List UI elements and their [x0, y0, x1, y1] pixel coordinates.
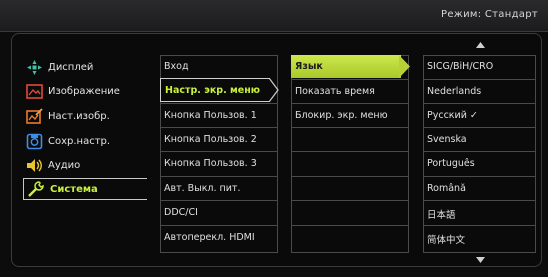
menu-item-display-time[interactable]: Показать время: [291, 79, 409, 103]
sidebar-item-label: Система: [50, 184, 98, 195]
wrench-icon: [27, 181, 44, 198]
language-option[interactable]: 日本語: [423, 200, 536, 224]
scroll-up-icon[interactable]: [476, 42, 485, 48]
selection-arrow-icon: [268, 78, 279, 102]
language-option[interactable]: 简体中文: [423, 225, 536, 249]
menu-item-input[interactable]: Вход: [160, 55, 278, 79]
top-bar: Режим: Стандарт: [0, 0, 548, 32]
osd-settings-submenu: Язык Показать время Блокир. экр. меню: [291, 55, 409, 253]
menu-item-osd-settings[interactable]: Настр. экр. меню: [160, 78, 270, 102]
sidebar-item-label: Изображение: [48, 86, 120, 97]
menu-item-language[interactable]: Язык: [291, 55, 401, 78]
sidebar-item-save-settings[interactable]: Сохр.настр.: [26, 132, 144, 152]
sidebar-item-label: Аудио: [48, 160, 81, 171]
picture-icon: [26, 83, 43, 100]
speaker-icon: [26, 157, 43, 174]
sidebar-item-label: Дисплей: [48, 62, 94, 73]
system-submenu: Вход Настр. экр. меню Кнопка Пользов. 1 …: [160, 55, 278, 253]
sidebar-item-system[interactable]: Система: [23, 178, 147, 200]
sidebar-item-picture-advanced[interactable]: Наст.изобр.: [26, 107, 144, 127]
save-settings-icon: [26, 133, 43, 150]
sidebar-item-display[interactable]: Дисплей: [26, 58, 144, 78]
language-option[interactable]: Română: [423, 176, 536, 200]
menu-item-ddc-ci[interactable]: DDC/CI: [160, 200, 278, 224]
menu-item-custom-key-2[interactable]: Кнопка Пользов. 2: [160, 127, 278, 151]
language-option[interactable]: SICG/BiH/CRO: [423, 55, 536, 79]
language-option-selected[interactable]: Русский ✓: [423, 103, 536, 127]
menu-item-auto-power-off[interactable]: Авт. Выкл. пит.: [160, 176, 278, 200]
menu-item-custom-key-1[interactable]: Кнопка Пользов. 1: [160, 103, 278, 127]
sidebar-item-picture[interactable]: Изображение: [26, 82, 144, 102]
sidebar-item-label: Сохр.настр.: [48, 136, 111, 147]
display-icon: [26, 59, 43, 76]
language-option[interactable]: Português: [423, 151, 536, 175]
language-list: SICG/BiH/CRO Nederlands Русский ✓ Svensk…: [423, 55, 536, 253]
language-option[interactable]: Svenska: [423, 127, 536, 151]
menu-item-hdmi-auto-switch[interactable]: Автопеpекл. HDMI: [160, 225, 278, 249]
picture-advanced-icon: [26, 108, 43, 125]
menu-item-osd-lock[interactable]: Блокир. экр. меню: [291, 103, 409, 127]
sidebar-item-label: Наст.изобр.: [48, 111, 110, 122]
language-option[interactable]: Nederlands: [423, 79, 536, 103]
selection-arrow-icon: [399, 55, 410, 78]
scroll-down-icon[interactable]: [476, 257, 485, 263]
sidebar-item-audio[interactable]: Аудио: [26, 156, 144, 176]
mode-label: Режим: Стандарт: [441, 9, 538, 20]
menu-item-custom-key-3[interactable]: Кнопка Пользов. 3: [160, 151, 278, 175]
